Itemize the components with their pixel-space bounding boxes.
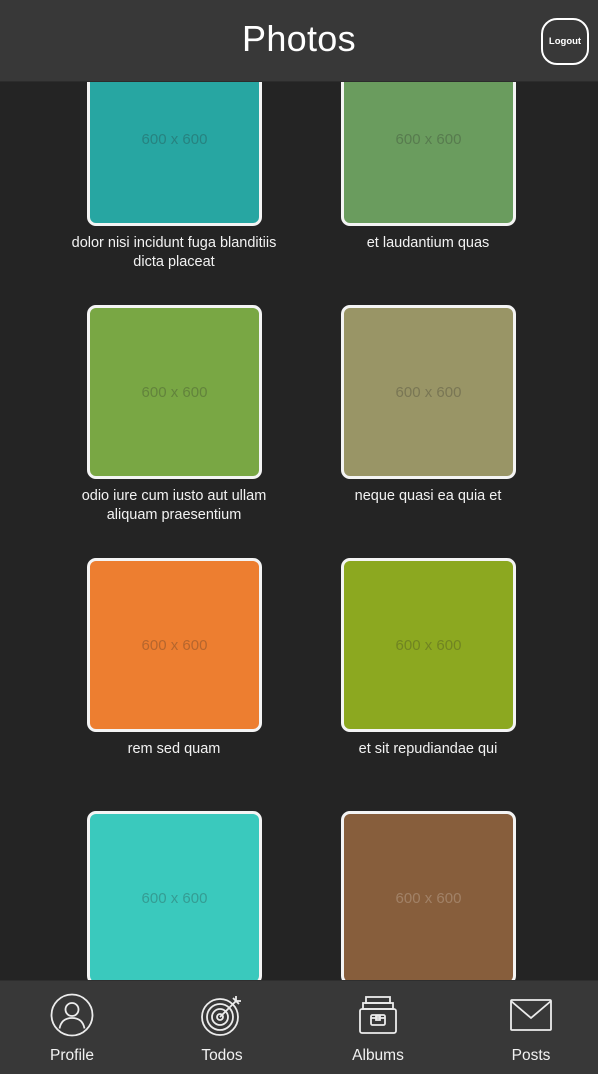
- photo-placeholder-text: 600 x 600: [141, 130, 208, 148]
- tab-label: Posts: [511, 1047, 551, 1064]
- photo-placeholder-text: 600 x 600: [395, 130, 462, 148]
- photo-grid[interactable]: 600 x 600 dolor nisi incidunt fuga bland…: [0, 82, 598, 980]
- photo-tile[interactable]: 600 x 600: [341, 82, 516, 226]
- profile-icon: [50, 993, 94, 1037]
- photo-caption: rem sed quam: [127, 741, 221, 757]
- app-header: Photos Logout: [0, 0, 598, 82]
- tab-profile[interactable]: Profile: [17, 981, 127, 1074]
- photo-placeholder-text: 600 x 600: [141, 889, 208, 907]
- tab-posts[interactable]: Posts: [476, 981, 586, 1074]
- logout-button[interactable]: Logout: [541, 18, 589, 65]
- envelope-icon: [510, 999, 552, 1031]
- photo-caption: dolor nisi incidunt fuga blanditiis dict…: [71, 235, 277, 270]
- albums-icon: [359, 996, 397, 1034]
- photo-caption: et laudantium quas: [366, 235, 490, 251]
- photo-tile[interactable]: 600 x 600: [341, 811, 516, 980]
- bottom-tab-bar: Profile Todos Albums Posts: [0, 980, 598, 1074]
- tab-label: Profile: [50, 1047, 94, 1064]
- photo-caption: et sit repudiandae qui: [358, 741, 498, 757]
- photo-placeholder-text: 600 x 600: [395, 889, 462, 907]
- tab-label: Albums: [352, 1047, 404, 1064]
- photo-placeholder-text: 600 x 600: [395, 636, 462, 654]
- photo-caption: odio iure cum iusto aut ullam aliquam pr…: [81, 488, 267, 523]
- photo-placeholder-text: 600 x 600: [141, 383, 208, 401]
- photo-tile[interactable]: 600 x 600: [87, 82, 262, 226]
- photo-placeholder-text: 600 x 600: [395, 383, 462, 401]
- tab-label: Todos: [201, 1047, 243, 1064]
- photo-tile[interactable]: 600 x 600: [87, 811, 262, 980]
- photo-tile[interactable]: 600 x 600: [87, 305, 262, 479]
- photo-tile[interactable]: 600 x 600: [87, 558, 262, 732]
- photo-caption: neque quasi ea quia et: [354, 488, 502, 504]
- photo-tile[interactable]: 600 x 600: [341, 305, 516, 479]
- target-icon: [201, 996, 241, 1036]
- tab-todos[interactable]: Todos: [167, 981, 277, 1074]
- tab-albums[interactable]: Albums: [323, 981, 433, 1074]
- photo-placeholder-text: 600 x 600: [141, 636, 208, 654]
- page-title: Photos: [242, 18, 356, 59]
- photo-tile[interactable]: 600 x 600: [341, 558, 516, 732]
